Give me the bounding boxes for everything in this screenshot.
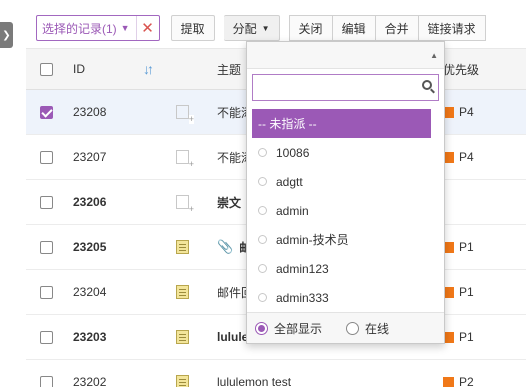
row-checkbox[interactable]	[40, 330, 53, 344]
close-button[interactable]: 关闭	[288, 15, 333, 41]
priority-value: P4	[459, 150, 474, 164]
assign-button[interactable]: 分配 ▼	[223, 15, 280, 41]
action-button-group: 关闭 编辑 合并 链接请求	[288, 15, 486, 41]
close-label: 关闭	[298, 21, 323, 36]
priority-value: P1	[459, 285, 474, 299]
status-dot-icon	[258, 293, 267, 302]
extract-label: 提取	[180, 21, 205, 36]
dropdown-footer: 全部显示 在线	[247, 312, 444, 343]
status-dot-icon	[258, 235, 267, 244]
row-checkbox[interactable]	[40, 105, 53, 119]
technician-name: adgtt	[276, 174, 303, 189]
priority-color-icon	[443, 376, 454, 387]
request-id[interactable]: 23206	[73, 195, 106, 209]
technician-option[interactable]: admin123	[247, 254, 444, 283]
caret-down-icon: ▼	[120, 23, 130, 33]
extract-button[interactable]: 提取	[170, 15, 215, 41]
show-all-option[interactable]: 全部显示	[255, 320, 322, 337]
row-checkbox[interactable]	[40, 285, 53, 299]
unassigned-option[interactable]: -- 未指派 --	[252, 109, 431, 138]
request-id[interactable]: 23203	[73, 330, 106, 344]
add-note-icon[interactable]	[176, 105, 195, 124]
assign-label: 分配	[232, 21, 257, 36]
request-id[interactable]: 23207	[73, 150, 106, 164]
priority-value: P1	[459, 240, 474, 254]
merge-label: 合并	[384, 21, 409, 36]
technician-search-input[interactable]	[252, 74, 439, 101]
technician-name: 10086	[276, 145, 310, 160]
technician-name: admin-技术员	[276, 233, 349, 247]
technician-name: admin123	[276, 261, 329, 276]
request-subject[interactable]: lululemon test	[217, 375, 291, 387]
merge-button[interactable]: 合并	[375, 15, 419, 41]
status-dot-icon	[258, 206, 267, 215]
search-icon	[422, 80, 432, 90]
note-icon[interactable]	[176, 285, 189, 299]
caret-down-icon: ▼	[261, 23, 270, 33]
table-row[interactable]: 23202 lululemon test P2	[26, 360, 526, 387]
note-icon[interactable]	[176, 240, 189, 254]
note-icon[interactable]	[176, 375, 189, 387]
technician-option[interactable]: admin-技术员	[247, 225, 444, 254]
technician-option[interactable]: admin	[247, 196, 444, 225]
online-option[interactable]: 在线	[346, 320, 389, 337]
show-all-label: 全部显示	[274, 321, 323, 336]
row-checkbox[interactable]	[40, 375, 53, 387]
status-dot-icon	[258, 177, 267, 186]
add-note-icon[interactable]	[176, 150, 195, 169]
edit-button[interactable]: 编辑	[332, 15, 376, 41]
technician-option[interactable]: adgtt	[247, 167, 444, 196]
sidebar-expand-toggle[interactable]: ❯	[0, 22, 13, 48]
row-checkbox[interactable]	[40, 195, 53, 209]
request-id[interactable]: 23208	[73, 105, 106, 119]
subject-column-header[interactable]: 主题	[217, 61, 241, 78]
priority-value: P1	[459, 330, 474, 344]
request-id[interactable]: 23205	[73, 240, 106, 254]
edit-label: 编辑	[341, 21, 366, 36]
status-dot-icon	[258, 264, 267, 273]
clear-selection-icon[interactable]: ✕	[137, 19, 159, 37]
link-request-label: 链接请求	[427, 21, 476, 36]
status-dot-icon	[258, 148, 267, 157]
priority-value: P4	[459, 105, 474, 119]
priority-column-header[interactable]: 优先级	[443, 61, 479, 78]
row-checkbox[interactable]	[40, 240, 53, 254]
row-checkbox[interactable]	[40, 150, 53, 164]
unassigned-label: -- 未指派 --	[258, 117, 317, 131]
technician-name: admin333	[276, 290, 329, 305]
technician-name: admin	[276, 203, 309, 218]
dropdown-header[interactable]: ▲	[247, 42, 444, 69]
online-label: 在线	[365, 321, 390, 336]
request-id[interactable]: 23202	[73, 375, 106, 387]
add-note-icon[interactable]	[176, 195, 195, 214]
technician-option[interactable]: admin333	[247, 283, 444, 312]
technician-option[interactable]: 10086	[247, 138, 444, 167]
toolbar: 选择的记录(1) ▼ ✕ 提取 分配 ▼ 关闭 编辑 合并 链接请求	[36, 15, 486, 41]
link-request-button[interactable]: 链接请求	[418, 15, 486, 41]
selected-records-filter[interactable]: 选择的记录(1) ▼ ✕	[36, 15, 160, 41]
assign-dropdown: ▲ -- 未指派 -- 10086 adgtt admin admin-技术员 admi…	[246, 41, 445, 344]
priority-value: P2	[459, 375, 474, 387]
show-all-radio[interactable]	[255, 321, 268, 335]
request-subject[interactable]: 崇文	[217, 194, 241, 211]
selected-records-label: 选择的记录(1)	[42, 21, 117, 36]
online-radio[interactable]	[346, 321, 360, 335]
technician-list: -- 未指派 -- 10086 adgtt admin admin-技术员 admin1…	[247, 109, 444, 312]
request-id[interactable]: 23204	[73, 285, 106, 299]
note-icon[interactable]	[176, 330, 189, 344]
select-all-checkbox[interactable]	[40, 62, 53, 76]
chevron-right-icon: ❯	[2, 29, 11, 41]
caret-up-icon: ▲	[430, 51, 438, 60]
id-column-header[interactable]: ID	[73, 62, 85, 76]
sort-icon[interactable]: ↓↑	[143, 61, 154, 77]
attachment-icon: 📎	[217, 239, 234, 254]
